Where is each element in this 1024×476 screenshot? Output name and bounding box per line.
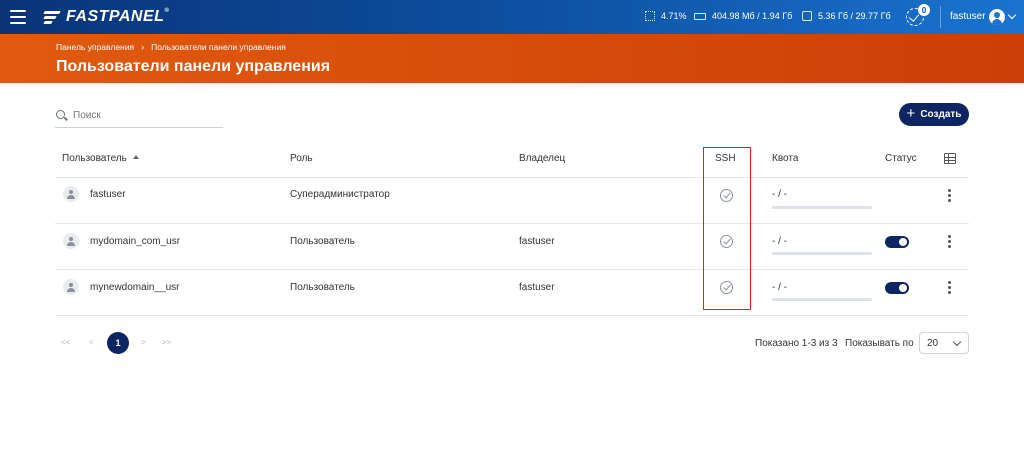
user-role: Пользователь [290, 282, 355, 293]
column-header-role[interactable]: Роль [290, 153, 313, 164]
logo[interactable]: FASTPANEL® [43, 8, 170, 26]
status-toggle[interactable] [885, 236, 909, 248]
user-role: Суперадминистратор [290, 189, 390, 200]
more-actions-icon[interactable] [948, 235, 952, 249]
row-divider [55, 315, 969, 316]
logo-mark-icon [43, 10, 62, 24]
topbar-divider [940, 6, 941, 28]
cpu-icon [645, 11, 655, 21]
column-settings-icon[interactable] [944, 153, 956, 164]
per-page-label: Показывать по [845, 338, 914, 349]
user-quota: - / - [772, 189, 787, 200]
pagination-current-page[interactable]: 1 [107, 332, 129, 354]
user-name[interactable]: fastuser [950, 11, 986, 22]
disk-stat: 5.36 Гб / 29.77 Гб [802, 11, 891, 21]
user-avatar-icon [63, 233, 79, 249]
pagination-prev[interactable]: < [89, 338, 94, 347]
user-login[interactable]: mydomain_com_usr [90, 236, 180, 247]
per-page-select[interactable]: 20 [919, 332, 969, 354]
quota-bar [772, 298, 872, 301]
user-owner: fastuser [519, 236, 555, 247]
search-icon [56, 110, 65, 119]
user-quota: - / - [772, 282, 787, 293]
column-header-owner[interactable]: Владелец [519, 153, 565, 164]
cpu-stat: 4.71% [645, 11, 687, 21]
user-login[interactable]: fastuser [90, 189, 126, 200]
create-button-label: Создать [920, 109, 962, 120]
row-divider [55, 269, 969, 270]
menu-icon[interactable] [10, 10, 26, 24]
shown-count: Показано 1-3 из 3 [755, 338, 838, 349]
user-avatar-icon[interactable] [989, 9, 1005, 25]
per-page-value: 20 [927, 338, 939, 349]
row-divider [55, 177, 969, 178]
create-button[interactable]: + Создать [899, 103, 969, 126]
ram-icon [694, 12, 706, 20]
ram-value: 404.98 Мб / 1.94 Гб [712, 11, 793, 21]
disk-value: 5.36 Гб / 29.77 Гб [818, 11, 891, 21]
user-role: Пользователь [290, 236, 355, 247]
breadcrumb-separator: › [141, 42, 145, 52]
chevron-down-icon [952, 337, 962, 347]
breadcrumb-item-dashboard[interactable]: Панель управления [56, 42, 134, 52]
notifications-badge: 0 [918, 4, 930, 16]
user-quota: - / - [772, 236, 787, 247]
breadcrumb-item-current: Пользователи панели управления [151, 42, 286, 52]
page-banner: Панель управления › Пользователи панели … [0, 34, 1024, 83]
chevron-down-icon[interactable] [1007, 10, 1017, 20]
page-title: Пользователи панели управления [56, 58, 331, 75]
pagination-last[interactable]: >> [162, 338, 171, 347]
pagination-first[interactable]: << [61, 338, 70, 347]
plus-icon: + [906, 105, 916, 122]
cpu-value: 4.71% [661, 11, 687, 21]
column-header-user[interactable]: Пользователь [62, 153, 139, 164]
column-header-quota[interactable]: Квота [772, 153, 798, 164]
user-avatar-icon [63, 279, 79, 295]
search-box [55, 104, 223, 128]
ram-stat: 404.98 Мб / 1.94 Гб [694, 11, 792, 21]
column-header-status[interactable]: Статус [885, 153, 917, 164]
user-login[interactable]: mynewdomain__usr [90, 282, 180, 293]
quota-bar [772, 252, 872, 255]
user-owner: fastuser [519, 282, 555, 293]
row-divider [55, 223, 969, 224]
breadcrumb: Панель управления › Пользователи панели … [56, 42, 286, 52]
more-actions-icon[interactable] [948, 189, 952, 203]
logo-text: FASTPANEL® [66, 8, 170, 25]
user-avatar-icon [63, 186, 79, 202]
status-toggle[interactable] [885, 282, 909, 294]
search-input[interactable] [73, 107, 221, 123]
ssh-column-highlight [703, 147, 751, 310]
disk-icon [802, 11, 812, 21]
top-bar: FASTPANEL® 4.71% 404.98 Мб / 1.94 Гб 5.3… [0, 0, 1024, 34]
sort-ascending-icon [132, 155, 139, 160]
pagination-next[interactable]: > [141, 338, 146, 347]
quota-bar [772, 206, 872, 209]
more-actions-icon[interactable] [948, 281, 952, 295]
